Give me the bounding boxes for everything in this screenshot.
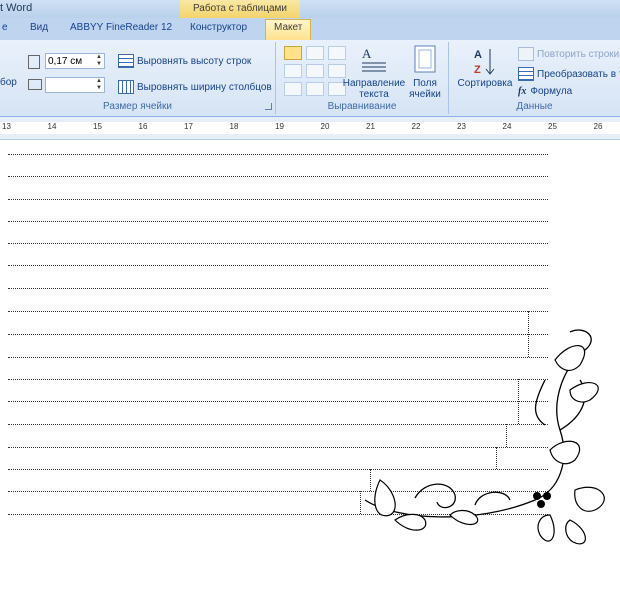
align-bottom-left-button[interactable] (284, 82, 302, 96)
tab-design[interactable]: Конструктор (190, 22, 247, 33)
table-row-border (8, 265, 548, 266)
horizontal-ruler[interactable]: 13 14 15 16 17 18 19 20 21 22 23 24 25 26 (0, 117, 620, 140)
autofit-button[interactable]: бор (0, 77, 17, 88)
row-height-icon (28, 55, 40, 69)
floral-ornament-image (364, 329, 605, 545)
alignment-group: A Направление текста Поля ячейки Выравни… (276, 42, 449, 114)
convert-label: Преобразовать в т (537, 68, 620, 80)
dialog-launcher-icon[interactable] (265, 103, 272, 110)
cell-margins-label-2: ячейки (409, 89, 441, 100)
formula-icon: fx (518, 86, 527, 97)
distribute-rows-button[interactable]: Выровнять высоту строк (118, 54, 251, 68)
data-group-label: Данные (516, 101, 553, 112)
window-title: t Word (0, 2, 33, 14)
table-row-border (8, 311, 548, 312)
repeat-rows-icon (518, 47, 534, 61)
svg-text:A: A (362, 46, 372, 61)
ruler-number: 16 (138, 122, 148, 131)
ribbon-tabs: е Вид ABBYY FineReader 12 Конструктор Ма… (0, 18, 620, 41)
align-center-right-button[interactable] (328, 64, 346, 78)
table-row-border (8, 176, 548, 177)
sort-button[interactable]: Сортировка (454, 78, 516, 89)
convert-to-text-button[interactable]: Преобразовать в т (518, 67, 620, 81)
ruler-number: 13 (2, 122, 11, 131)
sort-icon: A Z (474, 49, 495, 76)
align-center-button[interactable] (306, 64, 324, 78)
formula-label: Формула (530, 86, 573, 97)
cell-margins-button[interactable]: Поля ячейки (404, 78, 446, 100)
distribute-rows-label: Выровнять высоту строк (137, 55, 252, 67)
tab-layout[interactable]: Макет (265, 19, 312, 40)
ruler-number: 21 (366, 122, 375, 131)
table-row-border (8, 199, 548, 200)
ruler-number: 18 (229, 122, 239, 131)
ruler-number: 23 (457, 122, 466, 131)
ribbon: бор 0,17 см ▲ ▼ ▲ ▼ Выровнять высоту строк… (0, 40, 620, 117)
column-width-input[interactable]: ▲ ▼ (45, 77, 105, 93)
repeat-header-label: Повторить строки (537, 48, 620, 60)
formula-button[interactable]: fx Формула (518, 86, 572, 97)
cell-size-group: бор 0,17 см ▲ ▼ ▲ ▼ Выровнять высоту строк… (0, 42, 276, 114)
ruler-number: 22 (411, 122, 421, 131)
align-top-center-button[interactable] (306, 46, 324, 60)
cell-size-group-label: Размер ячейки (103, 101, 172, 112)
ruler-number: 19 (275, 122, 284, 131)
table-row-border (8, 154, 548, 155)
svg-text:Z: Z (474, 64, 481, 76)
table-row-border (8, 243, 548, 244)
repeat-header-rows-button[interactable]: Повторить строки (518, 47, 619, 61)
ruler-number: 14 (47, 122, 57, 131)
align-center-left-button[interactable] (284, 64, 302, 78)
text-direction-label-2: текста (359, 89, 389, 100)
alignment-buttons (284, 46, 346, 96)
table-tools-context-title: Работа с таблицами (180, 0, 300, 18)
convert-icon (518, 67, 534, 81)
distribute-rows-icon (118, 54, 134, 68)
ruler-number: 26 (593, 122, 603, 131)
table-row-border (8, 221, 548, 222)
cell-margins-icon (414, 45, 436, 73)
row-height-value: 0,17 см (48, 56, 83, 67)
ruler-number: 24 (502, 122, 512, 131)
tab-abbyy[interactable]: ABBYY FineReader 12 (70, 22, 172, 33)
spinner-arrows-icon[interactable]: ▲ ▼ (96, 78, 102, 92)
distribute-columns-icon (118, 80, 134, 94)
column-width-icon (28, 79, 42, 90)
ruler-number: 20 (320, 122, 330, 131)
spinner-arrows-icon[interactable]: ▲ ▼ (96, 54, 102, 68)
align-top-right-button[interactable] (328, 46, 346, 60)
ruler-number: 17 (184, 122, 193, 131)
cell-margins-label-1: Поля (413, 78, 437, 89)
ruler-number: 15 (93, 122, 102, 131)
align-top-left-button[interactable] (284, 46, 302, 60)
text-direction-button[interactable]: Направление текста (339, 78, 409, 100)
tab-partial[interactable]: е (2, 22, 8, 33)
row-height-input[interactable]: 0,17 см ▲ ▼ (45, 53, 105, 69)
ruler-number: 25 (548, 122, 557, 131)
data-group: A Z Сортировка Повторить строки Преобраз… (449, 42, 620, 114)
table-row-border (8, 288, 548, 289)
title-bar: t Word Работа с таблицами (0, 0, 620, 18)
alignment-group-label: Выравнивание (327, 101, 397, 112)
text-direction-label-1: Направление (342, 78, 406, 89)
tab-view[interactable]: Вид (30, 22, 48, 33)
distribute-columns-label: Выровнять ширину столбцов (137, 81, 272, 93)
svg-text:A: A (474, 49, 482, 61)
align-bottom-center-button[interactable] (306, 82, 324, 96)
text-direction-icon: A (362, 46, 386, 72)
distribute-columns-button[interactable]: Выровнять ширину столбцов (118, 80, 272, 94)
